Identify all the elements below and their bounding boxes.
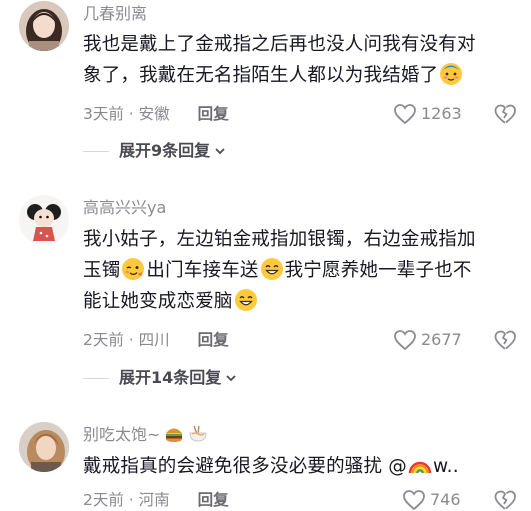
comment-text: 我也是戴上了金戒指之后再也没人问我有没有对 象了，我戴在无名指陌生人都以为我结婚… — [83, 29, 513, 91]
comment-text-line: 玉镯 — [83, 260, 121, 281]
grin-face-emoji — [260, 257, 284, 281]
divider — [83, 150, 109, 152]
comment-text: 戴戒指真的会避免很多没必要的骚扰 @ w.. — [83, 451, 513, 482]
dislike-icon[interactable] — [494, 489, 516, 511]
comment-meta: 3天前 · 安徽 回复 — [83, 104, 229, 124]
reply-button[interactable]: 回复 — [198, 491, 229, 509]
comment-text-line: 我小姑子，左边铂金戒指加银镯，右边金戒指加 — [83, 229, 476, 250]
avatar[interactable] — [19, 1, 69, 51]
noodle-bowl-emoji — [188, 425, 208, 448]
like-button[interactable]: 2677 — [393, 329, 462, 351]
reply-button[interactable]: 回复 — [198, 105, 229, 123]
dislike-icon[interactable] — [494, 329, 516, 351]
avatar[interactable] — [19, 195, 69, 245]
dislike-icon[interactable] — [494, 103, 516, 125]
like-count: 2677 — [421, 330, 462, 349]
heart-icon — [394, 104, 416, 125]
expand-replies-label: 展开14条回复 — [119, 368, 222, 387]
rainbow-emoji — [408, 453, 432, 477]
comment-text-line: 戴戒指真的会避免很多没必要的骚扰 @ — [83, 456, 407, 477]
comment-text-line: 出门车接车送 — [146, 260, 259, 281]
time-location: 2天前 · 四川 — [83, 331, 170, 349]
avatar[interactable] — [19, 422, 69, 472]
comment-username[interactable]: 高高兴兴ya — [83, 198, 166, 218]
expand-replies-button[interactable]: 展开9条回复 — [83, 141, 226, 161]
comment-text-line: 象了，我戴在无名指陌生人都以为我结婚了 — [83, 65, 439, 86]
comment-username[interactable]: 几春别离 — [83, 4, 147, 24]
like-count: 746 — [430, 490, 461, 509]
blush-face-emoji — [439, 62, 463, 86]
burger-emoji — [164, 425, 184, 448]
grin-face-emoji — [234, 288, 258, 312]
divider — [83, 377, 109, 379]
like-button[interactable]: 1263 — [393, 103, 462, 125]
heart-icon — [394, 330, 416, 351]
comment-text-line: 我也是戴上了金戒指之后再也没人问我有没有对 — [83, 34, 476, 55]
heart-icon — [403, 490, 425, 511]
like-count: 1263 — [421, 104, 462, 123]
comment-text: 我小姑子，左边铂金戒指加银镯，右边金戒指加 玉镯 出门车接车送 我宁愿养她一辈子也不… — [83, 224, 513, 317]
comment-text-line: 能让她变成恋爱脑 — [83, 291, 233, 312]
chevron-down-icon — [215, 148, 225, 155]
comment-text-line: 我宁愿养她一辈子也不 — [284, 260, 472, 281]
comment-text-line: w.. — [432, 456, 459, 477]
expand-replies-label: 展开9条回复 — [119, 141, 211, 160]
like-button[interactable]: 746 — [402, 489, 461, 511]
comment-meta: 2天前 · 四川 回复 — [83, 330, 229, 350]
expand-replies-button[interactable]: 展开14条回复 — [83, 368, 237, 388]
comment-username-text: 别吃太饱~ — [83, 425, 161, 444]
comment-meta: 2天前 · 河南 回复 — [83, 490, 229, 510]
time-location: 2天前 · 河南 — [83, 491, 170, 509]
reply-button[interactable]: 回复 — [198, 331, 229, 349]
time-location: 3天前 · 安徽 — [83, 105, 170, 123]
chevron-down-icon — [226, 375, 236, 382]
wink-face-emoji — [121, 257, 145, 281]
comment-username[interactable]: 别吃太饱~ — [83, 425, 208, 448]
